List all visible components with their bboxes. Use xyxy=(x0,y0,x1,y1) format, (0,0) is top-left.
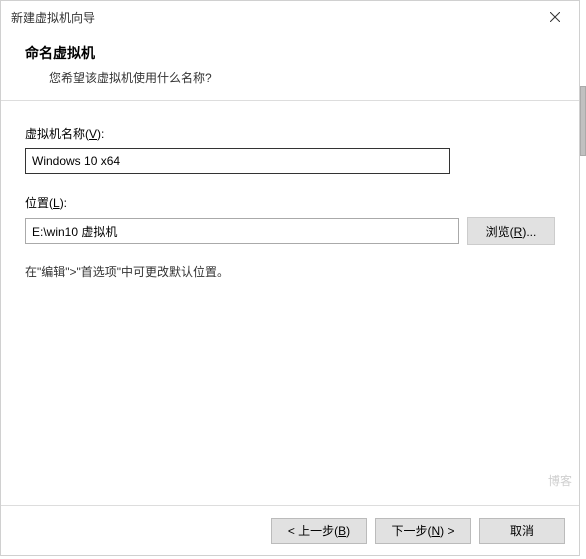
location-row: 浏览(R)... xyxy=(25,217,555,245)
vm-name-label: 虚拟机名称(V): xyxy=(25,125,555,142)
scrollbar-fragment xyxy=(580,86,586,156)
wizard-content: 虚拟机名称(V): 位置(L): 浏览(R)... 在"编辑">"首选项"中可更… xyxy=(1,101,579,505)
close-icon xyxy=(550,12,560,22)
page-title: 命名虚拟机 xyxy=(25,43,555,63)
window-title: 新建虚拟机向导 xyxy=(11,9,95,26)
wizard-footer: < 上一步(B) 下一步(N) > 取消 xyxy=(1,505,579,555)
browse-button[interactable]: 浏览(R)... xyxy=(467,217,555,245)
wizard-header: 命名虚拟机 您希望该虚拟机使用什么名称? xyxy=(1,33,579,101)
back-button[interactable]: < 上一步(B) xyxy=(271,518,367,544)
close-button[interactable] xyxy=(535,3,575,31)
next-button[interactable]: 下一步(N) > xyxy=(375,518,471,544)
location-input[interactable] xyxy=(25,218,459,244)
location-hint: 在"编辑">"首选项"中可更改默认位置。 xyxy=(25,263,555,280)
wizard-dialog: 新建虚拟机向导 命名虚拟机 您希望该虚拟机使用什么名称? 虚拟机名称(V): 位… xyxy=(0,0,580,556)
cancel-button[interactable]: 取消 xyxy=(479,518,565,544)
vm-name-input[interactable] xyxy=(25,148,450,174)
page-subtitle: 您希望该虚拟机使用什么名称? xyxy=(49,69,555,86)
titlebar: 新建虚拟机向导 xyxy=(1,1,579,33)
location-label: 位置(L): xyxy=(25,194,555,211)
